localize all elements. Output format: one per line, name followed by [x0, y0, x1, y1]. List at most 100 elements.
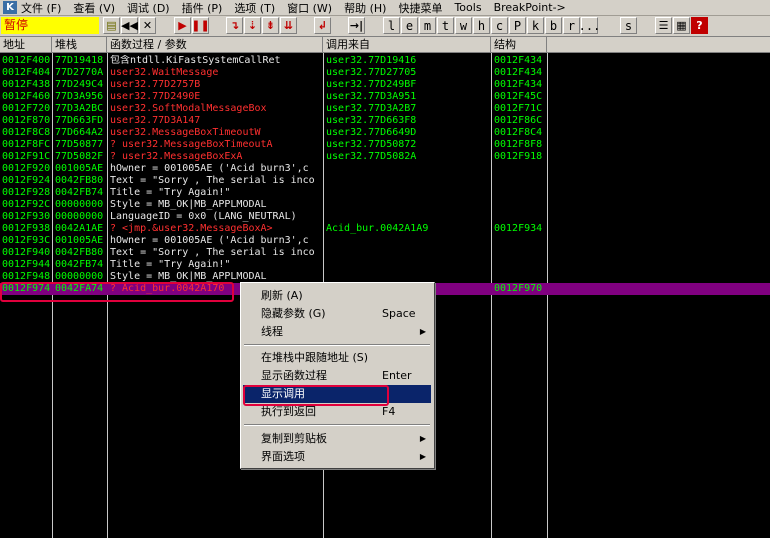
column-header-address[interactable]: 地址	[0, 37, 52, 53]
column-header-procedure[interactable]: 函数过程 / 参数	[107, 37, 323, 53]
procedure-cell: user32.MessageBoxTimeoutW	[110, 127, 261, 138]
table-row[interactable]: 0012F91C 77D5082F ? user32.MessageBoxExA us…	[0, 151, 770, 163]
procedure-cell: hOwner = 001005AE ('Acid burn3',c	[110, 163, 309, 174]
stack-cell: 77D50877	[55, 139, 104, 150]
menu-debug[interactable]: 调试 (D)	[127, 0, 170, 16]
called-from-cell: user32.77D50872	[326, 139, 417, 150]
table-row[interactable]: 0012F940 0042FB80 Text = "Sorry , The ser…	[0, 247, 770, 259]
rewind-icon[interactable]: ◀◀	[121, 17, 138, 34]
table-row[interactable]: 0012F928 0042FB74 Title = "Try Again!"	[0, 187, 770, 199]
address-cell: 0012F8FC	[2, 139, 51, 150]
table-row[interactable]: 0012F438 77D249C4 user32.77D2757B user32.77…	[0, 79, 770, 91]
menu-item-label: 在堆栈中跟随地址 (S)	[261, 351, 369, 364]
menu-item-show-procedure[interactable]: 显示函数过程 Enter	[243, 367, 431, 385]
window-executables-button[interactable]: e	[401, 17, 418, 34]
table-row[interactable]: 0012F93C 001005AE hOwner = 001005AE ('Aci…	[0, 235, 770, 247]
called-from-cell: user32.77D3A2B7	[326, 103, 417, 114]
table-row[interactable]: 0012F920 001005AE hOwner = 001005AE ('Aci…	[0, 163, 770, 175]
menu-item-highlight	[243, 385, 389, 406]
menu-item-follow-in-stack[interactable]: 在堆栈中跟随地址 (S)	[243, 349, 431, 367]
run-icon[interactable]: ▶	[174, 17, 191, 34]
table-row[interactable]: 0012F938 0042A1AE ? <jmp.&user32.MessageBo…	[0, 223, 770, 235]
table-row[interactable]: 0012F92C 00000000 Style = MB_OK|MB_APPLMO…	[0, 199, 770, 211]
help-icon[interactable]: ?	[691, 17, 708, 34]
step-over-icon[interactable]: ⇣	[244, 17, 261, 34]
address-cell: 0012F91C	[2, 151, 51, 162]
address-cell: 0012F940	[2, 247, 51, 258]
table-row[interactable]: 0012F930 00000000 LanguageID = 0x0 (LANG_…	[0, 211, 770, 223]
stack-cell: 77D19418	[55, 55, 104, 66]
window-runtrace-button[interactable]: ...	[579, 17, 600, 34]
window-windows-button[interactable]: w	[455, 17, 472, 34]
window-callstack-button[interactable]: k	[527, 17, 544, 34]
address-cell: 0012F930	[2, 211, 51, 222]
step-into-icon[interactable]: ↴	[226, 17, 243, 34]
procedure-cell: user32.WaitMessage	[110, 67, 219, 78]
menu-item-label: 隐藏参数 (G)	[261, 307, 326, 320]
window-source-button[interactable]: s	[620, 17, 637, 34]
table-row[interactable]: 0012F400 77D19418 包含ntdll.KiFastSystemCall…	[0, 55, 770, 67]
pause-icon[interactable]: ❚❚	[191, 17, 210, 34]
menu-window[interactable]: 窗口 (W)	[287, 0, 332, 16]
table-row[interactable]: 0012F924 0042FB80 Text = "Sorry , The ser…	[0, 175, 770, 187]
menu-item-copy-to-clipboard[interactable]: 复制到剪贴板 ▶	[243, 430, 431, 448]
app-logo-icon: K	[3, 1, 17, 14]
column-header-frame[interactable]: 结构	[491, 37, 547, 53]
procedure-cell: user32.77D3A147	[110, 115, 201, 126]
window-handles-button[interactable]: h	[473, 17, 490, 34]
menu-item-shortcut: Enter	[382, 369, 412, 382]
stack-cell: 77D3A2BC	[55, 103, 104, 114]
menu-view[interactable]: 查看 (V)	[73, 0, 115, 16]
stack-cell: 77D664A2	[55, 127, 104, 138]
trace-over-icon[interactable]: ⇊	[280, 17, 297, 34]
grid-icon[interactable]: ▦	[673, 17, 690, 34]
menu-item-hide-arguments[interactable]: 隐藏参数 (G) Space	[243, 305, 431, 323]
table-row[interactable]: 0012F8FC 77D50877 ? user32.MessageBoxTimeo…	[0, 139, 770, 151]
menu-file[interactable]: 文件 (F)	[21, 0, 61, 16]
address-cell: 0012F404	[2, 67, 51, 78]
menu-item-refresh[interactable]: 刷新 (A)	[243, 287, 431, 305]
stack-cell: 77D2770A	[55, 67, 104, 78]
column-header-called-from[interactable]: 调用来自	[323, 37, 491, 53]
menu-item-appearance[interactable]: 界面选项 ▶	[243, 448, 431, 466]
open-icon[interactable]: ▤	[103, 17, 120, 34]
close-icon[interactable]: ✕	[139, 17, 156, 34]
frame-cell: 0012F8F8	[494, 139, 543, 150]
address-cell: 0012F870	[2, 115, 51, 126]
menu-separator	[244, 344, 430, 346]
submenu-arrow-icon: ▶	[419, 434, 426, 443]
menu-item-threads[interactable]: 线程 ▶	[243, 323, 431, 341]
window-memory-button[interactable]: m	[419, 17, 436, 34]
table-row[interactable]: 0012F870 77D663FD user32.77D3A147 user32.77…	[0, 115, 770, 127]
frame-cell: 0012F434	[494, 79, 543, 90]
table-row[interactable]: 0012F404 77D2770A user32.WaitMessage user32…	[0, 67, 770, 79]
window-references-button[interactable]: r	[563, 17, 580, 34]
table-row[interactable]: 0012F944 0042FB74 Title = "Try Again!"	[0, 259, 770, 271]
window-patches-button[interactable]: P	[509, 17, 526, 34]
stack-cell: 0042FB74	[55, 187, 104, 198]
menu-shortcut[interactable]: 快捷菜单	[398, 0, 442, 16]
column-header-stack[interactable]: 堆栈	[52, 37, 107, 53]
menu-item-label: 界面选项	[261, 450, 305, 463]
table-row[interactable]: 0012F460 77D3A956 user32.77D2490E user32.77…	[0, 91, 770, 103]
menu-item-shortcut: Space	[382, 307, 416, 320]
window-threads-button[interactable]: t	[437, 17, 454, 34]
execute-till-return-icon[interactable]: ↲	[314, 17, 331, 34]
procedure-cell: Style = MB_OK|MB_APPLMODAL	[110, 199, 267, 210]
menu-breakpoint[interactable]: BreakPoint->	[494, 1, 566, 14]
menu-plugins[interactable]: 插件 (P)	[182, 0, 223, 16]
frame-cell: 0012F86C	[494, 115, 543, 126]
menu-tools[interactable]: Tools	[454, 1, 481, 14]
frame-cell: 0012F434	[494, 67, 543, 78]
window-log-button[interactable]: l	[383, 17, 400, 34]
menu-help[interactable]: 帮助 (H)	[344, 0, 386, 16]
table-row[interactable]: 0012F8C8 77D664A2 user32.MessageBoxTimeout…	[0, 127, 770, 139]
list-icon[interactable]: ☰	[655, 17, 672, 34]
window-breakpoints-button[interactable]: b	[545, 17, 562, 34]
table-row[interactable]: 0012F720 77D3A2BC user32.SoftModalMessageB…	[0, 103, 770, 115]
goto-icon[interactable]: →|	[348, 17, 365, 34]
window-cpu-button[interactable]: c	[491, 17, 508, 34]
menu-item-label: 复制到剪贴板	[261, 432, 327, 445]
menu-options[interactable]: 选项 (T)	[234, 0, 275, 16]
trace-into-icon[interactable]: ⇟	[262, 17, 279, 34]
